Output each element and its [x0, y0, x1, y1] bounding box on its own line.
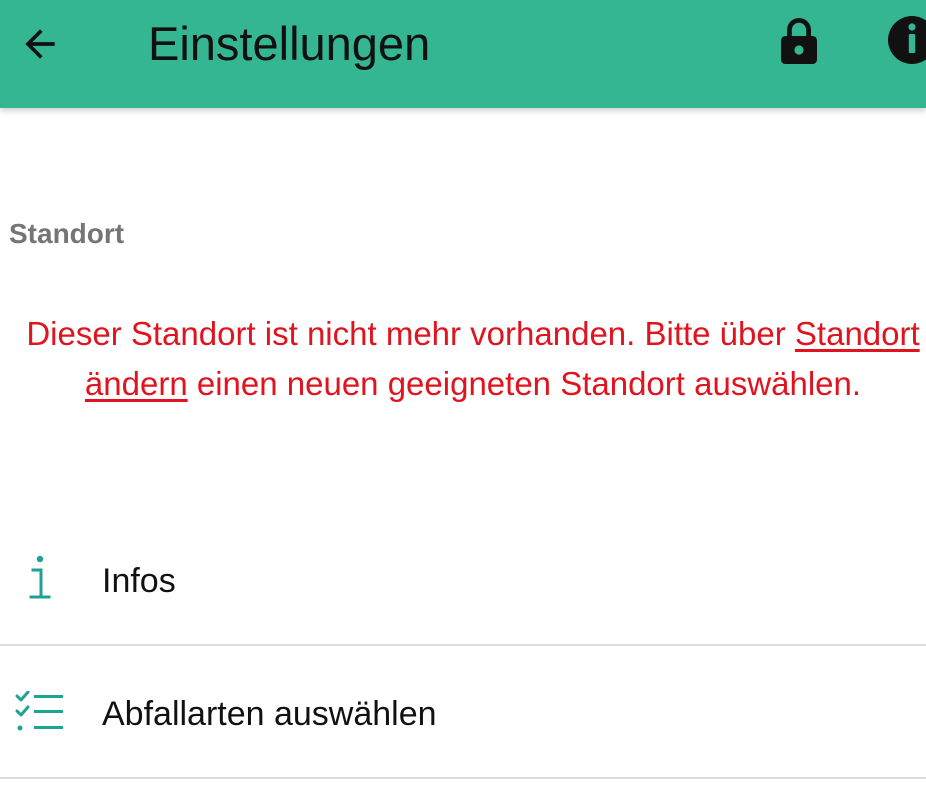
- info-button[interactable]: [884, 10, 926, 70]
- warning-text-after: einen neuen geeigneten Standort auswähle…: [187, 365, 862, 402]
- section-header-standort: Standort: [9, 218, 125, 249]
- info-letter-icon: [12, 549, 68, 609]
- app-bar: Einstellungen: [0, 0, 926, 108]
- list-item-label: Abfallarten auswählen: [102, 695, 437, 733]
- arrow-left-icon: [25, 29, 55, 59]
- info-circle-icon: [888, 16, 926, 64]
- lock-icon: [781, 18, 817, 64]
- list-item-label: Infos: [102, 562, 176, 600]
- location-warning: Dieser Standort ist nicht mehr vorhanden…: [20, 309, 926, 409]
- lock-button[interactable]: [772, 12, 826, 68]
- list-item-abfallarten[interactable]: Abfallarten auswählen: [0, 646, 926, 778]
- back-button[interactable]: [12, 16, 68, 72]
- page-title: Einstellungen: [148, 17, 431, 70]
- divider: [0, 777, 926, 779]
- checklist-icon: [12, 682, 68, 742]
- warning-text-before: Dieser Standort ist nicht mehr vorhanden…: [26, 315, 795, 352]
- settings-screen: Einstellungen Standort Dieser Standort i…: [0, 0, 926, 801]
- list-item-infos[interactable]: Infos: [0, 513, 926, 645]
